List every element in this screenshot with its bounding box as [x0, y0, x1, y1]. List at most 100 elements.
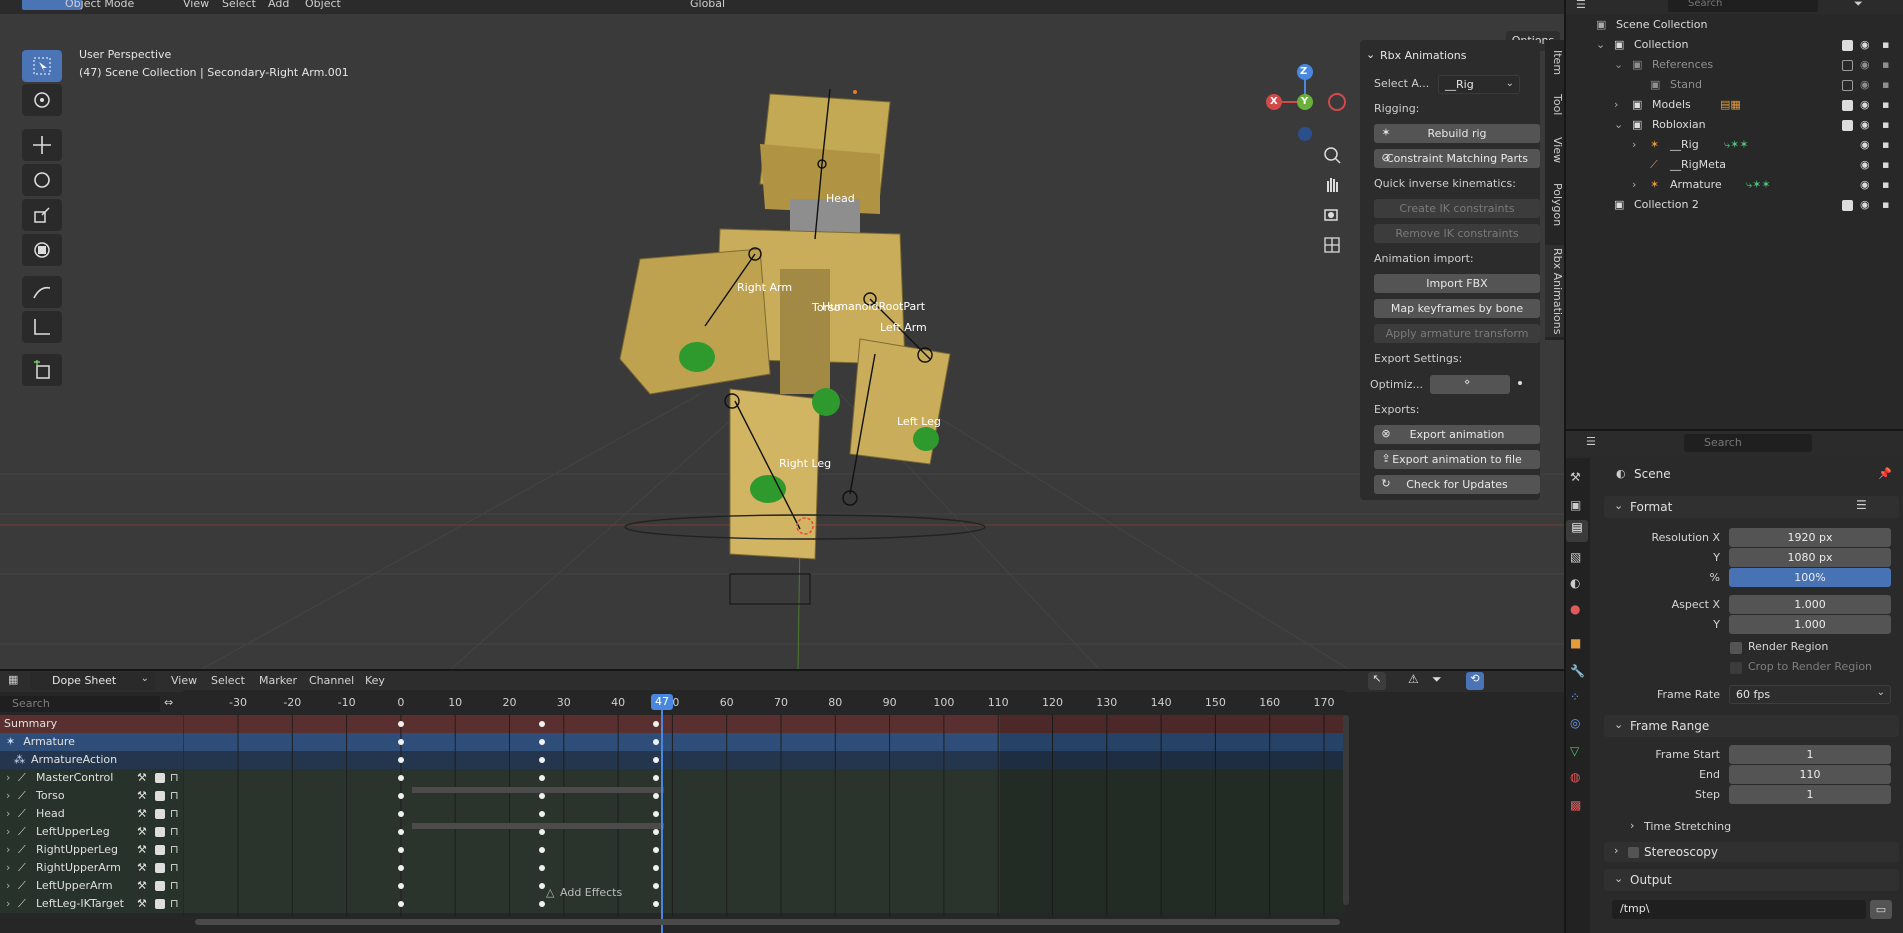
- pan-button[interactable]: [1319, 172, 1347, 198]
- mode-dropdown[interactable]: Object Mode: [65, 0, 134, 10]
- vertical-scrollbar[interactable]: [1343, 715, 1349, 905]
- menu-add[interactable]: Add: [268, 0, 289, 10]
- outliner-scene-collection[interactable]: ▣ Scene Collection: [1564, 15, 1903, 35]
- outliner-collection[interactable]: ⌄ ▣ Collection ◉ ▪: [1564, 35, 1903, 55]
- create-ik-button[interactable]: Create IK constraints: [1374, 199, 1540, 218]
- keyframe[interactable]: [397, 757, 404, 763]
- ortho-toggle-button[interactable]: [1319, 232, 1347, 258]
- channel-bone[interactable]: › ⟋ LeftUpperLeg ⚒ ⊓: [0, 823, 183, 841]
- outliner-collection-2[interactable]: ▣ Collection 2 ◉ ▪: [1564, 195, 1903, 215]
- render-icon[interactable]: ▪: [1882, 35, 1889, 55]
- channel-bone[interactable]: › ⟋ RightUpperLeg ⚒ ⊓: [0, 841, 183, 859]
- exclude-checkbox[interactable]: [1842, 100, 1853, 111]
- keyframe-dot-icon[interactable]: [1518, 381, 1522, 385]
- mute-checkbox[interactable]: [155, 863, 165, 873]
- export-to-file-button[interactable]: ⇪ Export animation to file: [1374, 450, 1540, 469]
- wrench-icon[interactable]: ⚒: [137, 859, 147, 877]
- modifier-tab-icon[interactable]: 🔧: [1570, 664, 1585, 678]
- constraint-matching-button[interactable]: ⊘ Constraint Matching Parts: [1374, 149, 1540, 168]
- eye-icon[interactable]: ◉: [1860, 195, 1870, 215]
- view-layer-tab-icon[interactable]: ▧: [1570, 550, 1581, 564]
- menu-view[interactable]: View: [183, 0, 209, 10]
- tool-scale[interactable]: [22, 199, 62, 231]
- object-tab-icon[interactable]: ■: [1570, 636, 1581, 650]
- tab-polygon[interactable]: Polygon: [1545, 178, 1564, 232]
- rebuild-rig-button[interactable]: ✶ Rebuild rig: [1374, 124, 1540, 143]
- menu-key[interactable]: Key: [365, 674, 385, 687]
- eye-icon[interactable]: ◉: [1860, 55, 1870, 75]
- wrench-icon[interactable]: ⚒: [137, 823, 147, 841]
- zoom-button[interactable]: [1319, 142, 1347, 168]
- outliner-robloxian[interactable]: ⌄ ▣ Robloxian ◉ ▪: [1564, 115, 1903, 135]
- mute-checkbox[interactable]: [155, 773, 165, 783]
- presets-icon[interactable]: ☰: [1856, 498, 1867, 512]
- render-region-checkbox[interactable]: [1730, 642, 1742, 654]
- frame-step-field[interactable]: 1: [1729, 785, 1891, 804]
- tool-add-cube[interactable]: [22, 354, 62, 386]
- check-updates-button[interactable]: ↻ Check for Updates: [1374, 475, 1540, 494]
- eye-icon[interactable]: ◉: [1860, 135, 1870, 155]
- editor-type-icon[interactable]: ▦: [8, 673, 18, 686]
- eye-icon[interactable]: ◉: [1860, 175, 1870, 195]
- channel-bone[interactable]: › ⟋ Head ⚒ ⊓: [0, 805, 183, 823]
- properties-editor-icon[interactable]: ☰: [1586, 435, 1596, 448]
- optimize-slider[interactable]: ⋄: [1430, 375, 1510, 394]
- tab-rbx-animations[interactable]: Rbx Animations: [1545, 245, 1564, 337]
- tool-measure[interactable]: [22, 311, 62, 343]
- menu-channel[interactable]: Channel: [309, 674, 354, 687]
- render-icon[interactable]: ▪: [1882, 75, 1889, 95]
- tool-tab-icon[interactable]: ⚒: [1570, 470, 1581, 484]
- export-animation-button[interactable]: ⊗ Export animation: [1374, 425, 1540, 444]
- keyframe[interactable]: [397, 847, 404, 853]
- pin-icon[interactable]: 📌: [1878, 467, 1892, 480]
- outliner-editor-icon[interactable]: ☰: [1576, 0, 1586, 11]
- material-tab-icon[interactable]: ◍: [1570, 770, 1580, 784]
- render-tab-icon[interactable]: ▣: [1570, 498, 1581, 512]
- outliner-search-input[interactable]: Search: [1668, 0, 1818, 12]
- keyframe[interactable]: [397, 829, 404, 835]
- tab-item[interactable]: Item: [1545, 46, 1564, 80]
- channel-summary[interactable]: Summary: [0, 715, 183, 733]
- lock-icon[interactable]: ⊓: [170, 841, 179, 859]
- keyframe[interactable]: [397, 865, 404, 871]
- data-tab-icon[interactable]: ▽: [1570, 744, 1579, 758]
- tab-tool[interactable]: Tool: [1545, 88, 1564, 122]
- channel-bone[interactable]: › ⟋ RightUpperArm ⚒ ⊓: [0, 859, 183, 877]
- tool-select-box[interactable]: [22, 50, 62, 82]
- crop-region-checkbox[interactable]: [1730, 662, 1742, 674]
- lock-icon[interactable]: ⊓: [170, 859, 179, 877]
- exclude-checkbox[interactable]: [1842, 200, 1853, 211]
- keyframe[interactable]: [397, 811, 404, 817]
- channel-action[interactable]: ⁂ ArmatureAction: [0, 751, 183, 769]
- expand-icon[interactable]: ›: [1630, 819, 1634, 832]
- aspect-x-field[interactable]: 1.000: [1729, 595, 1891, 614]
- current-frame-indicator[interactable]: 47: [651, 694, 673, 710]
- output-path-input[interactable]: /tmp\: [1612, 900, 1866, 919]
- lock-icon[interactable]: ⊓: [170, 787, 179, 805]
- eye-icon[interactable]: ◉: [1860, 75, 1870, 95]
- world-tab-icon[interactable]: ●: [1570, 602, 1580, 616]
- sync-icon[interactable]: ⟲: [1466, 672, 1484, 690]
- resolution-x-field[interactable]: 1920 px: [1729, 528, 1891, 547]
- menu-select[interactable]: Select: [211, 674, 245, 687]
- wrench-icon[interactable]: ⚒: [137, 769, 147, 787]
- wrench-icon[interactable]: ⚒: [137, 841, 147, 859]
- keyframe[interactable]: [397, 901, 404, 907]
- swap-icon[interactable]: ⇔: [164, 696, 173, 709]
- time-stretching-title[interactable]: Time Stretching: [1644, 820, 1731, 833]
- channel-bone[interactable]: › ⟋ LeftLeg-IKTarget ⚒ ⊓: [0, 895, 183, 913]
- stereoscopy-checkbox[interactable]: [1628, 847, 1639, 858]
- import-fbx-button[interactable]: Import FBX: [1374, 274, 1540, 293]
- menu-marker[interactable]: Marker: [259, 674, 297, 687]
- outliner-models[interactable]: › ▣ Models ▤▦ ◉ ▪: [1564, 95, 1903, 115]
- outliner-rigmeta[interactable]: ⟋ __RigMeta ◉ ▪: [1564, 155, 1903, 175]
- properties-search-input[interactable]: Search: [1684, 434, 1812, 452]
- outliner-stand[interactable]: ▣ Stand ◉ ▪: [1564, 75, 1903, 95]
- panel-title[interactable]: Rbx Animations: [1380, 49, 1466, 62]
- keyframe[interactable]: [397, 721, 404, 727]
- particles-tab-icon[interactable]: ⁘: [1570, 690, 1580, 704]
- playhead-line[interactable]: [661, 710, 663, 933]
- orientation-dropdown[interactable]: Global: [690, 0, 725, 10]
- channel-search-input[interactable]: Search: [0, 696, 160, 712]
- 3d-viewport[interactable]: User Perspective (47) Scene Collection |…: [0, 14, 1564, 670]
